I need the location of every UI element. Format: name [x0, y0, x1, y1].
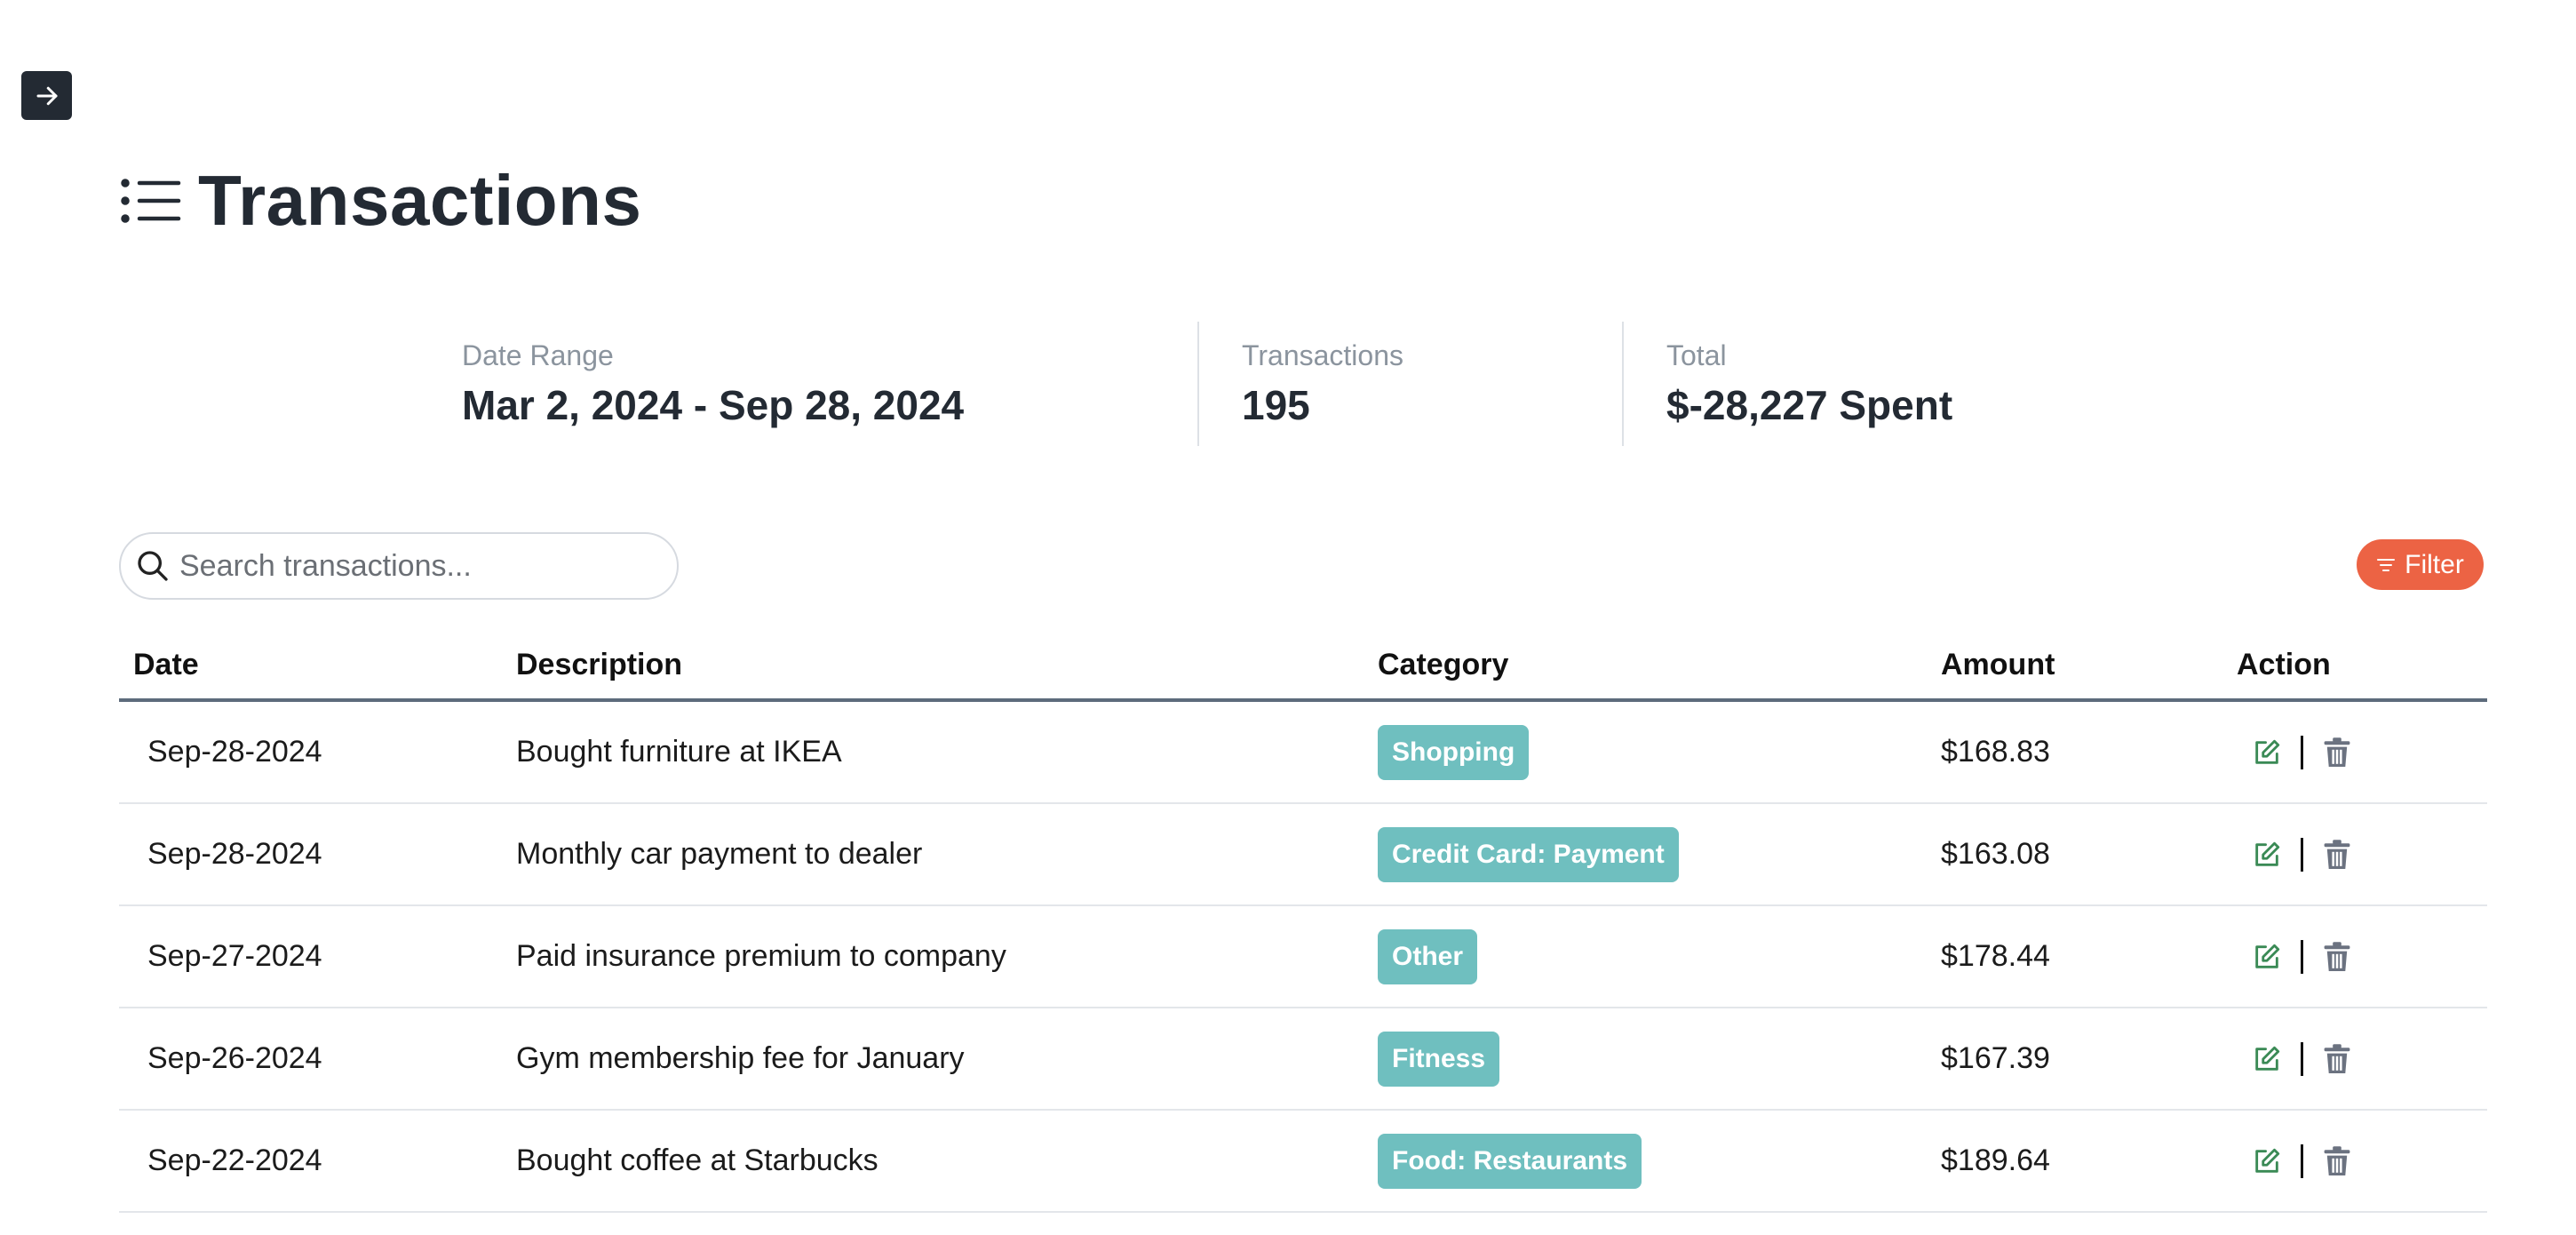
action-divider	[2301, 939, 2303, 974]
cell-action	[2237, 939, 2487, 974]
cell-amount: $178.44	[1941, 939, 2050, 973]
table-row: Sep-28-2024 Monthly car payment to deale…	[119, 804, 2487, 906]
edit-icon	[2255, 1148, 2280, 1173]
list-icon	[121, 179, 181, 223]
cell-amount: $168.83	[1941, 735, 2050, 769]
stat-value: Mar 2, 2024 - Sep 28, 2024	[462, 381, 965, 428]
cell-action	[2237, 1143, 2487, 1178]
filter-icon	[2377, 558, 2396, 571]
cell-category: Credit Card: Payment	[1378, 826, 1941, 882]
delete-button[interactable]	[2321, 941, 2353, 973]
row-actions	[2237, 939, 2487, 974]
filter-button[interactable]: Filter	[2357, 539, 2484, 590]
delete-button[interactable]	[2321, 839, 2353, 871]
cell-description: Paid insurance premium to company	[516, 939, 1006, 973]
stat-value: 195	[1242, 381, 1310, 428]
column-header-amount: Amount	[1941, 647, 2055, 681]
trash-icon	[2324, 941, 2350, 971]
table-body: Sep-28-2024 Bought furniture at IKEA Sho…	[119, 702, 2487, 1213]
cell-date: Sep-27-2024	[147, 939, 322, 973]
cell-description: Gym membership fee for January	[516, 1041, 965, 1075]
summary-stats: Date Range Mar 2, 2024 - Sep 28, 2024 Tr…	[462, 322, 1952, 446]
action-divider	[2301, 1143, 2303, 1178]
row-actions	[2237, 837, 2487, 872]
cell-category: Food: Restaurants	[1378, 1133, 1941, 1189]
cell-action	[2237, 1041, 2487, 1076]
filter-label: Filter	[2405, 549, 2464, 579]
category-badge: Food: Restaurants	[1378, 1133, 1642, 1189]
action-divider	[2301, 837, 2303, 872]
cell-category: Shopping	[1378, 724, 1941, 780]
cell-date: Sep-22-2024	[147, 1143, 322, 1177]
edit-icon	[2255, 739, 2280, 764]
stat-date-range: Date Range Mar 2, 2024 - Sep 28, 2024	[462, 322, 1197, 446]
arrow-right-icon	[36, 86, 57, 105]
cell-date: Sep-26-2024	[147, 1041, 322, 1075]
stat-label: Transactions	[1242, 339, 1403, 371]
category-badge: Fitness	[1378, 1031, 1500, 1087]
page-title: Transactions	[198, 161, 642, 240]
search-icon	[138, 551, 168, 581]
column-header-date: Date	[133, 647, 199, 681]
cell-description: Bought furniture at IKEA	[516, 735, 842, 769]
sidebar-toggle-button[interactable]	[21, 71, 72, 120]
edit-button[interactable]	[2251, 839, 2283, 871]
edit-icon	[2255, 944, 2280, 968]
stat-value: $-28,227 Spent	[1666, 381, 1953, 428]
cell-amount: $163.08	[1941, 837, 2050, 871]
column-header-category: Category	[1378, 647, 1509, 681]
row-actions	[2237, 1143, 2487, 1178]
column-header-action: Action	[2237, 647, 2331, 681]
edit-button[interactable]	[2251, 1043, 2283, 1075]
edit-icon	[2255, 1046, 2280, 1071]
delete-button[interactable]	[2321, 737, 2353, 769]
stat-transactions: Transactions 195	[1199, 322, 1622, 446]
row-actions	[2237, 1041, 2487, 1076]
page-header: Transactions	[120, 160, 642, 242]
search-box[interactable]	[119, 532, 679, 600]
action-divider	[2301, 735, 2303, 769]
edit-button[interactable]	[2251, 1145, 2283, 1177]
cell-date: Sep-28-2024	[147, 735, 322, 769]
category-badge: Other	[1378, 928, 1478, 984]
stat-label: Date Range	[462, 339, 614, 371]
edit-button[interactable]	[2251, 737, 2283, 769]
row-actions	[2237, 735, 2487, 769]
transactions-page: Transactions Date Range Mar 2, 2024 - Se…	[0, 0, 2576, 1235]
transactions-table: Date Description Category Amount Action …	[119, 631, 2487, 1213]
action-divider	[2301, 1041, 2303, 1076]
table-row: Sep-22-2024 Bought coffee at Starbucks F…	[119, 1111, 2487, 1213]
delete-button[interactable]	[2321, 1145, 2353, 1177]
cell-amount: $167.39	[1941, 1041, 2050, 1075]
cell-action	[2237, 837, 2487, 872]
table-row: Sep-28-2024 Bought furniture at IKEA Sho…	[119, 702, 2487, 804]
cell-category: Other	[1378, 928, 1941, 984]
column-header-description: Description	[516, 647, 683, 681]
table-row: Sep-27-2024 Paid insurance premium to co…	[119, 906, 2487, 1008]
trash-icon	[2324, 839, 2350, 869]
search-input[interactable]	[179, 539, 677, 593]
trash-icon	[2324, 1043, 2350, 1073]
trash-icon	[2324, 737, 2350, 767]
cell-date: Sep-28-2024	[147, 837, 322, 871]
cell-action	[2237, 735, 2487, 769]
trash-icon	[2324, 1145, 2350, 1175]
cell-category: Fitness	[1378, 1031, 1941, 1087]
table-header: Date Description Category Amount Action	[119, 631, 2487, 702]
stat-total: Total $-28,227 Spent	[1624, 322, 1952, 446]
cell-description: Bought coffee at Starbucks	[516, 1143, 879, 1177]
cell-description: Monthly car payment to dealer	[516, 837, 923, 871]
edit-button[interactable]	[2251, 941, 2283, 973]
stat-label: Total	[1666, 339, 1727, 371]
delete-button[interactable]	[2321, 1043, 2353, 1075]
category-badge: Shopping	[1378, 724, 1530, 780]
cell-amount: $189.64	[1941, 1143, 2050, 1177]
category-badge: Credit Card: Payment	[1378, 826, 1679, 882]
edit-icon	[2255, 841, 2280, 866]
table-row: Sep-26-2024 Gym membership fee for Janua…	[119, 1008, 2487, 1111]
